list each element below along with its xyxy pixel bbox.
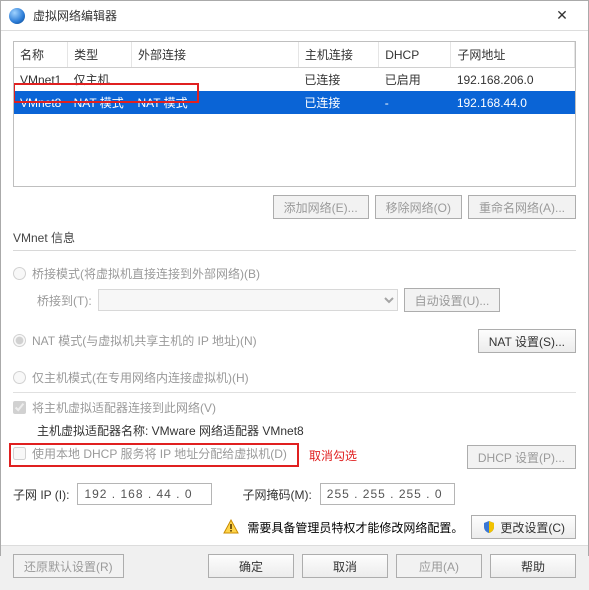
warning-bar: 需要具备管理员特权才能修改网络配置。 更改设置(C) bbox=[13, 509, 576, 545]
help-button[interactable]: 帮助 bbox=[490, 554, 576, 578]
nat-label: NAT 模式(与虚拟机共享主机的 IP 地址)(N) bbox=[32, 332, 257, 349]
auto-set-button: 自动设置(U)... bbox=[404, 288, 501, 312]
subnet-ip-label: 子网 IP (I): bbox=[13, 486, 69, 503]
subnet-ip-value: 192 . 168 . 44 . 0 bbox=[84, 487, 192, 501]
rename-network-button: 重命名网络(A)... bbox=[468, 195, 576, 219]
nat-settings-button[interactable]: NAT 设置(S)... bbox=[478, 329, 576, 353]
table-header: 名称 类型 外部连接 主机连接 DHCP 子网地址 bbox=[14, 42, 575, 68]
nat-option: NAT 模式(与虚拟机共享主机的 IP 地址)(N) NAT 设置(S)... bbox=[13, 332, 576, 349]
col-ext[interactable]: 外部连接 bbox=[131, 42, 298, 68]
group-title: VMnet 信息 bbox=[13, 229, 576, 246]
cell: VMnet1 bbox=[14, 68, 68, 92]
table-actions: 添加网络(E)... 移除网络(O) 重命名网络(A)... bbox=[13, 187, 576, 227]
cell: 192.168.206.0 bbox=[451, 68, 575, 92]
cell: NAT 模式 bbox=[68, 91, 132, 114]
col-host[interactable]: 主机连接 bbox=[298, 42, 378, 68]
subnet-row: 子网 IP (I): 192 . 168 . 44 . 0 子网掩码(M): 2… bbox=[13, 483, 576, 505]
titlebar: 虚拟网络编辑器 ✕ bbox=[1, 1, 588, 31]
content: 名称 类型 外部连接 主机连接 DHCP 子网地址 VMnet1 仅主机 已连接 bbox=[1, 31, 588, 545]
window: 虚拟网络编辑器 ✕ 名称 类型 外部连接 主机连接 DHCP 子网地址 bbox=[0, 0, 589, 556]
col-name[interactable]: 名称 bbox=[14, 42, 68, 68]
remove-network-button: 移除网络(O) bbox=[375, 195, 462, 219]
dhcp-checkbox bbox=[13, 447, 26, 460]
cancel-button[interactable]: 取消 bbox=[302, 554, 388, 578]
table-row-selected[interactable]: VMnet8 NAT 模式 NAT 模式 已连接 - 192.168.44.0 bbox=[14, 91, 575, 114]
subnet-ip-field[interactable]: 192 . 168 . 44 . 0 bbox=[77, 483, 212, 505]
annotation-text: 取消勾选 bbox=[309, 447, 357, 464]
apply-button: 应用(A) bbox=[396, 554, 482, 578]
warning-icon bbox=[223, 519, 239, 535]
subnet-mask-field[interactable]: 255 . 255 . 255 . 0 bbox=[320, 483, 455, 505]
cell: - bbox=[379, 91, 451, 114]
change-settings-label: 更改设置(C) bbox=[500, 519, 565, 536]
cell: 已连接 bbox=[298, 68, 378, 92]
cell bbox=[131, 68, 298, 92]
network-table: 名称 类型 外部连接 主机连接 DHCP 子网地址 VMnet1 仅主机 已连接 bbox=[13, 41, 576, 187]
hostonly-option: 仅主机模式(在专用网络内连接虚拟机)(H) bbox=[13, 369, 576, 386]
connect-host-label: 将主机虚拟适配器连接到此网络(V) bbox=[32, 399, 216, 416]
dhcp-settings-button: DHCP 设置(P)... bbox=[467, 445, 576, 469]
cell: 192.168.44.0 bbox=[451, 91, 575, 114]
connect-host-option: 将主机虚拟适配器连接到此网络(V) bbox=[13, 399, 576, 416]
cell: VMnet8 bbox=[14, 91, 68, 114]
adapter-label: 主机虚拟适配器名称: bbox=[37, 424, 152, 438]
bridged-radio bbox=[13, 267, 26, 280]
adapter-name: VMware 网络适配器 VMnet8 bbox=[152, 424, 304, 438]
cell: 已启用 bbox=[379, 68, 451, 92]
subnet-mask-value: 255 . 255 . 255 . 0 bbox=[327, 487, 443, 501]
table-row[interactable]: VMnet1 仅主机 已连接 已启用 192.168.206.0 bbox=[14, 68, 575, 92]
subnet-mask-label: 子网掩码(M): bbox=[242, 486, 311, 503]
nat-radio bbox=[13, 334, 26, 347]
footer: 还原默认设置(R) 确定 取消 应用(A) 帮助 bbox=[1, 545, 588, 590]
cell: 仅主机 bbox=[68, 68, 132, 92]
col-type[interactable]: 类型 bbox=[68, 42, 132, 68]
adapter-name-line: 主机虚拟适配器名称: VMware 网络适配器 VMnet8 bbox=[37, 422, 576, 439]
bridged-label: 桥接模式(将虚拟机直接连接到外部网络)(B) bbox=[32, 265, 260, 282]
add-network-button: 添加网络(E)... bbox=[273, 195, 369, 219]
connect-host-checkbox bbox=[13, 401, 26, 414]
bridgeto-label: 桥接到(T): bbox=[37, 292, 92, 309]
col-subnet[interactable]: 子网地址 bbox=[451, 42, 575, 68]
hostonly-label: 仅主机模式(在专用网络内连接虚拟机)(H) bbox=[32, 369, 249, 386]
hostonly-radio bbox=[13, 371, 26, 384]
col-dhcp[interactable]: DHCP bbox=[379, 42, 451, 68]
change-settings-button[interactable]: 更改设置(C) bbox=[471, 515, 576, 539]
shield-icon bbox=[482, 520, 496, 534]
app-icon bbox=[9, 8, 25, 24]
ok-button[interactable]: 确定 bbox=[208, 554, 294, 578]
cell: NAT 模式 bbox=[131, 91, 298, 114]
bridgeto-select bbox=[98, 289, 398, 311]
cell: 已连接 bbox=[298, 91, 378, 114]
restore-defaults-button: 还原默认设置(R) bbox=[13, 554, 124, 578]
dhcp-label: 使用本地 DHCP 服务将 IP 地址分配给虚拟机(D) bbox=[32, 445, 287, 462]
window-title: 虚拟网络编辑器 bbox=[33, 7, 544, 24]
close-icon[interactable]: ✕ bbox=[544, 1, 580, 31]
warning-text: 需要具备管理员特权才能修改网络配置。 bbox=[247, 519, 463, 536]
vmnet-group: 桥接模式(将虚拟机直接连接到外部网络)(B) 桥接到(T): 自动设置(U)..… bbox=[13, 250, 576, 509]
bridged-option: 桥接模式(将虚拟机直接连接到外部网络)(B) bbox=[13, 265, 576, 282]
